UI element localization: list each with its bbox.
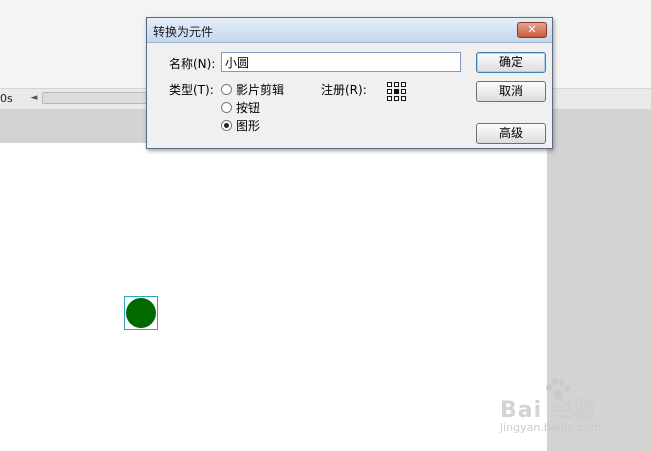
stage-canvas[interactable] bbox=[0, 143, 547, 451]
type-option-label: 图形 bbox=[236, 119, 261, 133]
ok-button[interactable]: 确定 bbox=[476, 52, 546, 73]
type-option-button[interactable]: 按钮 bbox=[221, 99, 260, 115]
type-option-movie-clip[interactable]: 影片剪辑 bbox=[221, 81, 284, 97]
reg-point[interactable] bbox=[394, 82, 399, 87]
name-input[interactable] bbox=[221, 52, 461, 72]
watermark-url: jingyan.baidu.com bbox=[500, 421, 602, 434]
reg-point[interactable] bbox=[387, 82, 392, 87]
green-circle-shape[interactable] bbox=[126, 298, 156, 328]
type-option-graphic[interactable]: 图形 bbox=[221, 117, 260, 133]
scroll-left-arrow-icon[interactable]: ◄ bbox=[28, 92, 40, 104]
reg-point[interactable] bbox=[394, 96, 399, 101]
name-label: 名称(N): bbox=[169, 57, 216, 71]
close-icon[interactable]: ✕ bbox=[517, 22, 547, 38]
selected-shape-bounding-box[interactable] bbox=[124, 296, 158, 330]
reg-point[interactable] bbox=[401, 89, 406, 94]
time-label: 0s bbox=[0, 92, 13, 105]
dialog-titlebar[interactable]: 转换为元件 ✕ bbox=[147, 18, 552, 43]
radio-icon[interactable] bbox=[221, 102, 232, 113]
reg-point-selected[interactable] bbox=[394, 89, 399, 94]
registration-grid-icon[interactable] bbox=[387, 82, 407, 102]
registration-label: 注册(R): bbox=[321, 83, 367, 97]
cancel-button[interactable]: 取消 bbox=[476, 81, 546, 102]
convert-to-symbol-dialog: 转换为元件 ✕ 名称(N): 类型(T): 影片剪辑 按钮 图形 注册(R): … bbox=[146, 17, 553, 149]
type-option-label: 按钮 bbox=[236, 101, 261, 115]
type-label: 类型(T): bbox=[169, 83, 214, 97]
radio-selected-icon[interactable] bbox=[221, 120, 232, 131]
type-option-label: 影片剪辑 bbox=[236, 83, 285, 97]
reg-point[interactable] bbox=[387, 96, 392, 101]
advanced-button[interactable]: 高级 bbox=[476, 123, 546, 144]
radio-icon[interactable] bbox=[221, 84, 232, 95]
reg-point[interactable] bbox=[401, 96, 406, 101]
dialog-title: 转换为元件 bbox=[153, 25, 214, 39]
reg-point[interactable] bbox=[387, 89, 392, 94]
watermark-brand: Bai 经验 bbox=[500, 398, 597, 423]
reg-point[interactable] bbox=[401, 82, 406, 87]
baidu-jingyan-watermark: Bai 经验 jingyan.baidu.com bbox=[500, 376, 650, 436]
